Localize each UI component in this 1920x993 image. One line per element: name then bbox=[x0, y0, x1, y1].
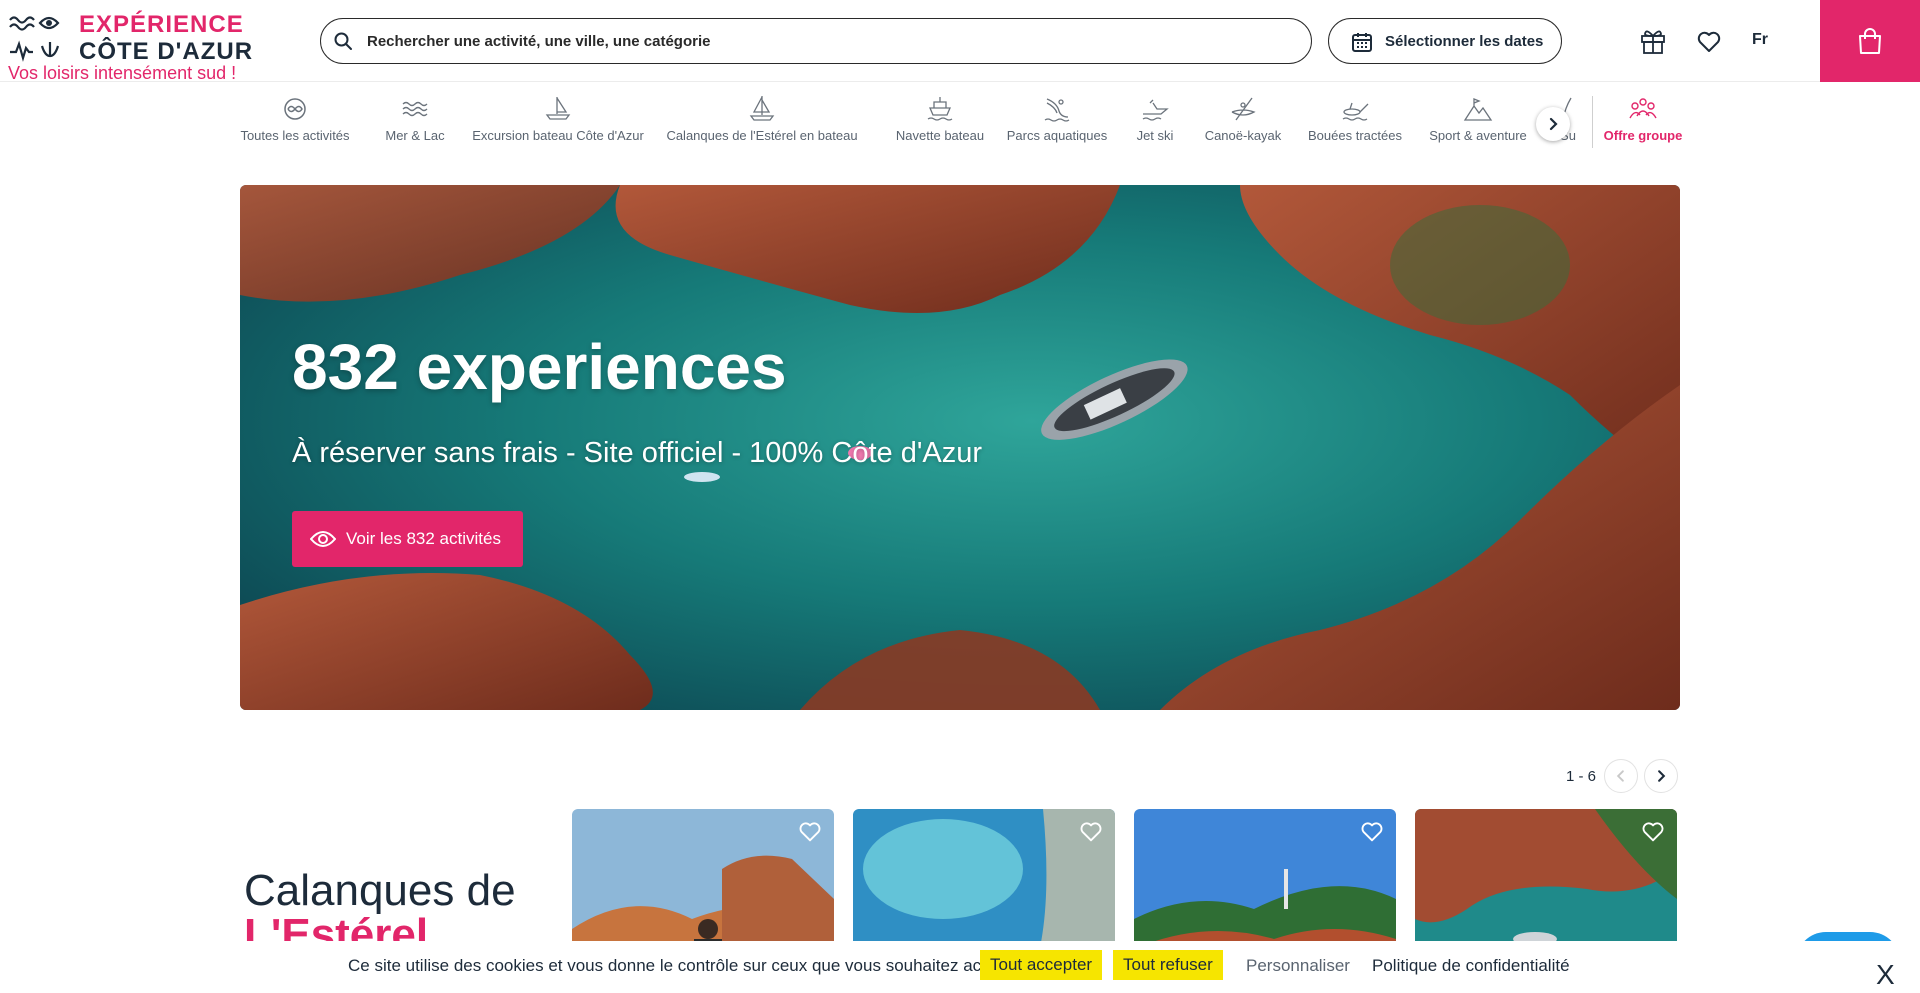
select-dates-button[interactable]: Sélectionner les dates bbox=[1328, 18, 1562, 64]
prev-page-button[interactable] bbox=[1604, 759, 1638, 793]
category-label: Jet ski bbox=[1136, 128, 1174, 143]
language-selector[interactable]: Fr bbox=[1752, 31, 1768, 49]
eye-icon bbox=[310, 531, 336, 547]
search-input[interactable] bbox=[367, 27, 1267, 55]
category-jet-ski[interactable]: Jet ski bbox=[1122, 94, 1188, 154]
site-logo[interactable]: EXPÉRIENCE CÔTE D'AZUR Vos loisirs inten… bbox=[8, 8, 252, 83]
next-page-button[interactable] bbox=[1644, 759, 1678, 793]
category-canoe-kayak[interactable]: Canoë-kayak bbox=[1194, 94, 1292, 154]
cookie-accept-button[interactable]: Tout accepter bbox=[980, 950, 1103, 980]
heart-icon[interactable] bbox=[1694, 26, 1724, 56]
group-offer-label: Offre groupe bbox=[1603, 128, 1683, 143]
heart-icon[interactable] bbox=[1639, 817, 1667, 845]
logo-tagline: Vos loisirs intensément sud ! bbox=[8, 63, 237, 83]
category-label: Navette bateau bbox=[895, 128, 985, 143]
logo-symbols-icon bbox=[9, 16, 60, 62]
sailboat-icon bbox=[545, 97, 571, 120]
section-title: Calanques de bbox=[244, 866, 516, 915]
gift-icon[interactable] bbox=[1638, 26, 1668, 56]
category-label: Bouées tractées bbox=[1308, 128, 1402, 143]
cookie-customize-link[interactable]: Personnaliser bbox=[1246, 956, 1350, 976]
heart-icon[interactable] bbox=[1077, 817, 1105, 845]
mountain-icon bbox=[1463, 98, 1493, 121]
logo-line-1: EXPÉRIENCE bbox=[79, 11, 244, 38]
hero-subtitle: À réserver sans frais - Site officiel - … bbox=[292, 437, 982, 469]
category-sport-aventure[interactable]: Sport & aventure bbox=[1420, 94, 1536, 154]
category-mer-lac[interactable]: Mer & Lac bbox=[370, 94, 460, 154]
pager-range: 1 - 6 bbox=[1566, 768, 1597, 785]
chevron-right-icon bbox=[1549, 117, 1558, 131]
category-label: Canoë-kayak bbox=[1204, 128, 1282, 143]
category-label: Mer & Lac bbox=[385, 128, 445, 143]
category-bouees-tractees[interactable]: Bouées tractées bbox=[1300, 94, 1410, 154]
category-label: Parcs aquatiques bbox=[1006, 128, 1108, 143]
waves-icon bbox=[402, 101, 428, 117]
tow-buoy-icon bbox=[1342, 102, 1369, 121]
kayak-icon bbox=[1231, 97, 1256, 121]
privacy-policy-link[interactable]: Politique de confidentialité bbox=[1372, 956, 1570, 976]
chevron-left-icon bbox=[1616, 770, 1624, 782]
category-label: Calanques de l'Estérel en bateau bbox=[666, 128, 858, 143]
category-excursion-bateau[interactable]: Excursion bateau Côte d'Azur bbox=[467, 94, 649, 154]
group-icon bbox=[1629, 98, 1657, 119]
ferry-icon bbox=[927, 97, 953, 121]
water-slide-icon bbox=[1044, 98, 1070, 122]
view-activities-label: Voir les 832 activités bbox=[346, 529, 501, 548]
cookie-refuse-button[interactable]: Tout refuser bbox=[1113, 950, 1223, 980]
category-label: Excursion bateau Côte d'Azur bbox=[472, 128, 644, 143]
category-bar: Toutes les activités Mer & Lac Excursion… bbox=[230, 94, 1680, 154]
select-dates-label: Sélectionner les dates bbox=[1385, 33, 1544, 50]
category-divider bbox=[1592, 96, 1593, 148]
cart-button[interactable] bbox=[1820, 0, 1920, 82]
hero-banner: 832 experiences À réserver sans frais - … bbox=[240, 185, 1680, 710]
heart-icon[interactable] bbox=[1358, 817, 1386, 845]
jet-ski-icon bbox=[1142, 99, 1169, 121]
site-header: EXPÉRIENCE CÔTE D'AZUR Vos loisirs inten… bbox=[0, 0, 1920, 83]
cookie-close-button[interactable]: X bbox=[1876, 959, 1895, 991]
search-icon bbox=[334, 32, 352, 50]
hero-title: 832 experiences bbox=[292, 331, 787, 403]
category-label: Toutes les activités bbox=[240, 128, 350, 143]
category-calanques-esterel[interactable]: Calanques de l'Estérel en bateau bbox=[662, 94, 862, 154]
heart-icon[interactable] bbox=[796, 817, 824, 845]
view-activities-button[interactable]: Voir les 832 activités bbox=[292, 511, 523, 567]
cookie-banner: Ce site utilise des cookies et vous donn… bbox=[0, 941, 1920, 993]
chevron-right-icon bbox=[1658, 770, 1666, 782]
category-all[interactable]: Toutes les activités bbox=[230, 94, 360, 154]
category-navette-bateau[interactable]: Navette bateau bbox=[882, 94, 998, 154]
group-offer-link[interactable]: Offre groupe bbox=[1600, 94, 1686, 154]
search-bar[interactable] bbox=[320, 18, 1312, 64]
cookie-message: Ce site utilise des cookies et vous donn… bbox=[348, 956, 1014, 975]
infinity-icon bbox=[284, 98, 306, 120]
shopping-bag-icon bbox=[1859, 28, 1881, 54]
sailboat-icon bbox=[749, 96, 775, 121]
category-parcs-aquatiques[interactable]: Parcs aquatiques bbox=[1000, 94, 1114, 154]
calendar-icon bbox=[1352, 33, 1372, 52]
category-next-button[interactable] bbox=[1536, 107, 1570, 141]
logo-line-2: CÔTE D'AZUR bbox=[79, 38, 254, 65]
category-label: Sport & aventure bbox=[1429, 128, 1527, 143]
